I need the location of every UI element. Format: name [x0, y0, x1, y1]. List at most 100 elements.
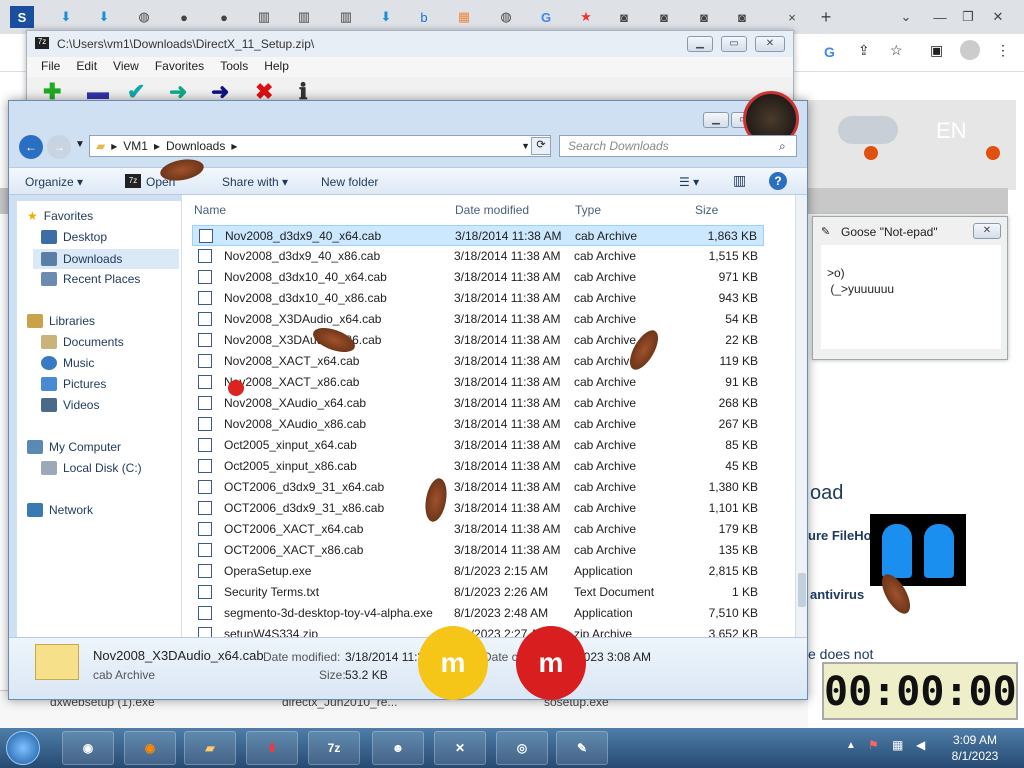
nav-my-computer[interactable]: My Computer — [27, 440, 121, 454]
start-button[interactable] — [6, 731, 40, 765]
explorer-taskbar-icon[interactable]: ▰ — [184, 731, 236, 765]
file-row[interactable]: Nov2008_d3dx9_40_x64.cab 3/18/2014 11:38 … — [192, 225, 764, 246]
star-icon[interactable]: ★ — [574, 6, 598, 28]
file-row[interactable]: Security Terms.txt 8/1/2023 2:26 AM Text D… — [192, 582, 764, 603]
7zip-taskbar-icon[interactable]: 7z — [308, 731, 360, 765]
show-hidden-icons[interactable]: ▲ — [846, 740, 856, 751]
download-icon[interactable]: ⬇ — [92, 6, 116, 28]
file-row[interactable]: Nov2008_X3DAudio_x86.cab 3/18/2014 11:38 … — [192, 330, 764, 351]
file-row[interactable]: Nov2008_XAudio_x64.cab 3/18/2014 11:38 AM… — [192, 393, 764, 414]
volume-icon[interactable]: ◀ — [916, 738, 925, 752]
new-tab-button[interactable]: + — [814, 6, 838, 28]
address-bar[interactable]: ▰ ▸ VM1 ▸ Downloads ▸ ▼ — [89, 135, 551, 157]
download-icon[interactable]: ⬇ — [54, 6, 78, 28]
flag-icon[interactable]: ⚑ — [868, 738, 879, 752]
library-icon[interactable]: ▥ — [252, 6, 276, 28]
refresh-icon[interactable]: ⟳ — [531, 137, 551, 155]
windows-icon[interactable]: ▦ — [452, 6, 476, 28]
github-icon[interactable]: ● — [172, 6, 196, 28]
nav-network[interactable]: Network — [27, 503, 93, 517]
nav-desktop[interactable]: Desktop — [41, 230, 107, 244]
file-row[interactable]: Oct2005_xinput_x86.cab 3/18/2014 11:38 AM… — [192, 456, 764, 477]
column-header-size[interactable]: Size — [695, 203, 718, 217]
google-lens-icon[interactable]: G — [824, 44, 835, 60]
globe-icon[interactable]: ◍ — [494, 6, 518, 28]
organize-button[interactable]: Organize ▾ — [25, 175, 83, 189]
preview-pane-icon[interactable]: ▥ — [733, 172, 746, 189]
close-button[interactable]: ✕ — [755, 36, 785, 52]
search-icon[interactable]: ◙ — [730, 6, 754, 28]
menu-file[interactable]: File — [33, 57, 68, 77]
google-icon[interactable]: G — [534, 6, 558, 28]
file-row[interactable]: segmento-3d-desktop-toy-v4-alpha.exe 8/1/… — [192, 603, 764, 624]
menu-tools[interactable]: Tools — [212, 57, 256, 77]
maximize-button[interactable]: ▭ — [721, 36, 747, 52]
github-icon[interactable]: ● — [212, 6, 236, 28]
library-icon[interactable]: ▥ — [292, 6, 316, 28]
menu-help[interactable]: Help — [256, 57, 297, 77]
breadcrumb-downloads[interactable]: Downloads — [166, 139, 225, 153]
goose-text-area[interactable]: >o) (_>yuuuuuu — [821, 245, 1001, 349]
system-clock[interactable]: 3:09 AM 8/1/2023 — [940, 732, 1010, 764]
bookmark-star-icon[interactable]: ☆ — [890, 42, 903, 59]
side-panel-icon[interactable]: ▣ — [930, 42, 943, 59]
file-row[interactable]: OCT2006_XACT_x64.cab 3/18/2014 11:38 AM ca… — [192, 519, 764, 540]
chrome-taskbar-icon[interactable]: ◉ — [62, 731, 114, 765]
file-row[interactable]: Nov2008_d3dx9_40_x86.cab 3/18/2014 11:38 … — [192, 246, 764, 267]
column-header-date[interactable]: Date modified — [455, 203, 529, 217]
download-icon[interactable]: ⬇ — [374, 6, 398, 28]
notepad-taskbar-icon[interactable]: ✎ — [556, 731, 608, 765]
tab-search-icon[interactable]: ⌄ — [894, 6, 918, 28]
profile-avatar[interactable] — [960, 40, 980, 60]
search-taskbar-icon[interactable]: ◎ — [496, 731, 548, 765]
address-dropdown-icon[interactable]: ▼ — [521, 141, 530, 151]
search-icon[interactable]: ◙ — [692, 6, 716, 28]
nav-local-disk[interactable]: Local Disk (C:) — [41, 461, 142, 475]
globe-icon[interactable]: ◍ — [132, 6, 156, 28]
file-row[interactable]: Nov2008_XACT_x64.cab 3/18/2014 11:38 AM ca… — [192, 351, 764, 372]
file-row[interactable]: setupW4S334.zip 8/1/2023 2:27 AM zip Archi… — [192, 624, 764, 637]
new-folder-button[interactable]: New folder — [321, 175, 378, 189]
menu-favorites[interactable]: Favorites — [147, 57, 212, 77]
search-icon[interactable]: ◙ — [612, 6, 636, 28]
minimize-icon[interactable]: — — [928, 6, 952, 28]
file-row[interactable]: OCT2006_d3dx9_31_x86.cab 3/18/2014 11:38 … — [192, 498, 764, 519]
nav-music[interactable]: Music — [41, 356, 94, 370]
column-header-type[interactable]: Type — [575, 203, 601, 217]
column-header-name[interactable]: Name — [194, 203, 226, 217]
file-row[interactable]: OCT2006_d3dx9_31_x64.cab 3/18/2014 11:38 … — [192, 477, 764, 498]
nav-documents[interactable]: Documents — [41, 335, 124, 349]
nav-recent-places[interactable]: Recent Places — [41, 272, 140, 286]
file-row[interactable]: Nov2008_d3dx10_40_x86.cab 3/18/2014 11:38… — [192, 288, 764, 309]
share-with-button[interactable]: Share with ▾ — [222, 175, 288, 189]
scrollbar[interactable] — [795, 195, 807, 637]
close-button[interactable]: ✕ — [973, 223, 1001, 239]
menu-edit[interactable]: Edit — [68, 57, 105, 77]
breadcrumb-vm1[interactable]: VM1 — [123, 139, 148, 153]
back-button[interactable]: ← — [19, 135, 43, 159]
minimize-button[interactable]: ▁ — [703, 112, 729, 128]
minimize-button[interactable]: ▁ — [687, 36, 713, 52]
file-row[interactable]: OCT2006_XACT_x86.cab 3/18/2014 11:38 AM ca… — [192, 540, 764, 561]
site-icon[interactable]: S — [10, 6, 34, 28]
nav-libraries[interactable]: Libraries — [27, 314, 95, 328]
file-row[interactable]: Nov2008_X3DAudio_x64.cab 3/18/2014 11:38 … — [192, 309, 764, 330]
menu-icon[interactable]: ⋮ — [996, 42, 1010, 59]
file-row[interactable]: Oct2005_xinput_x64.cab 3/18/2014 11:38 AM… — [192, 435, 764, 456]
share-icon[interactable]: ⇪ — [858, 42, 870, 59]
network-tray-icon[interactable]: ▦ — [892, 738, 903, 752]
menu-view[interactable]: View — [105, 57, 147, 77]
file-row[interactable]: OperaSetup.exe 8/1/2023 2:15 AM Applicatio… — [192, 561, 764, 582]
scrollbar-thumb[interactable] — [798, 573, 806, 607]
language-selector[interactable]: EN — [936, 118, 967, 144]
nav-downloads[interactable]: Downloads — [33, 249, 179, 269]
search-input[interactable]: Search Downloads — [559, 135, 797, 157]
close-icon[interactable]: ✕ — [986, 6, 1010, 28]
recent-pages-dropdown[interactable]: ▼ — [75, 139, 85, 150]
lightsaber-taskbar-icon[interactable]: ✕ — [434, 731, 486, 765]
bing-icon[interactable]: b — [412, 6, 436, 28]
library-icon[interactable]: ▥ — [334, 6, 358, 28]
nav-videos[interactable]: Videos — [41, 398, 99, 412]
restore-icon[interactable]: ❐ — [956, 6, 980, 28]
badtz-maru-taskbar-icon[interactable]: ☻ — [372, 731, 424, 765]
